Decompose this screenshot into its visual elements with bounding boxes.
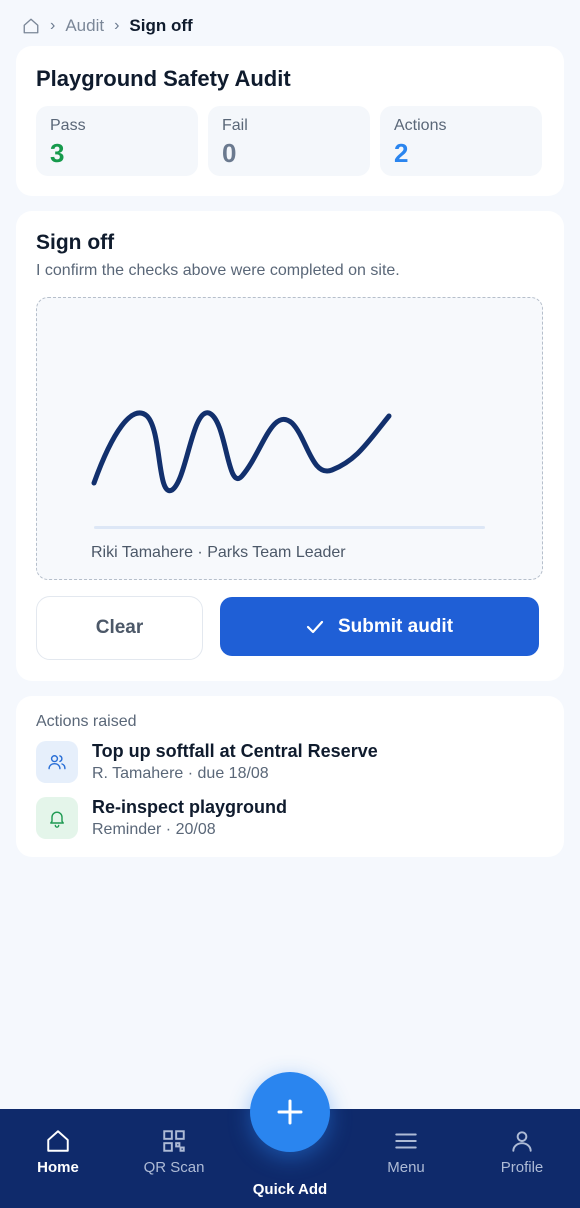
nav-label: QR Scan bbox=[143, 1159, 205, 1176]
breadcrumb-audit[interactable]: Audit bbox=[65, 16, 104, 36]
signature-line bbox=[94, 526, 485, 529]
nav-label: Profile bbox=[500, 1159, 544, 1176]
bell-icon bbox=[36, 797, 78, 839]
action-item[interactable]: Re-inspect playground Reminder · 20/08 bbox=[36, 797, 536, 843]
nav-menu[interactable]: Menu bbox=[348, 1109, 464, 1208]
stat-label: Actions bbox=[394, 117, 447, 134]
submit-audit-label: Submit audit bbox=[337, 615, 454, 637]
action-meta: R. Tamahere · due 18/08 bbox=[92, 765, 269, 782]
breadcrumb-current: Sign off bbox=[129, 16, 193, 35]
nav-label: Menu bbox=[387, 1159, 425, 1176]
users-icon bbox=[36, 741, 78, 783]
profile-icon bbox=[512, 1131, 532, 1152]
stat-value: 0 bbox=[222, 138, 237, 168]
actions-raised-label: Actions raised bbox=[36, 713, 137, 730]
nav-qr-scan[interactable]: QR Scan bbox=[116, 1109, 232, 1208]
action-item[interactable]: Top up softfall at Central Reserve R. Ta… bbox=[36, 741, 536, 787]
menu-icon bbox=[395, 1133, 417, 1149]
signature-stroke bbox=[91, 410, 392, 493]
signer-name: Riki Tamahere · Parks Team Leader bbox=[91, 544, 346, 561]
nav-home[interactable]: Home bbox=[0, 1109, 116, 1208]
plus-icon bbox=[277, 1099, 303, 1125]
stat-actions: Actions 2 bbox=[380, 106, 542, 176]
home-icon bbox=[47, 1130, 69, 1152]
stat-fail: Fail 0 bbox=[208, 106, 370, 176]
breadcrumb: › Audit › Sign off bbox=[22, 14, 193, 38]
signoff-card: Sign off I confirm the checks above were… bbox=[16, 211, 564, 681]
stat-label: Fail bbox=[222, 117, 248, 134]
stat-pass: Pass 3 bbox=[36, 106, 198, 176]
signoff-subtitle: I confirm the checks above were complete… bbox=[36, 262, 400, 279]
quick-add-label: Quick Add bbox=[252, 1181, 328, 1198]
check-icon bbox=[306, 620, 324, 634]
signoff-title: Sign off bbox=[36, 231, 115, 254]
nav-profile[interactable]: Profile bbox=[464, 1109, 580, 1208]
submit-audit-button[interactable]: Submit audit bbox=[220, 597, 539, 656]
stat-label: Pass bbox=[50, 117, 86, 134]
page-title: Playground Safety Audit bbox=[36, 66, 291, 91]
stat-value: 2 bbox=[394, 138, 409, 168]
home-icon[interactable] bbox=[22, 17, 40, 35]
breadcrumb-separator: › bbox=[114, 17, 120, 34]
action-title: Top up softfall at Central Reserve bbox=[92, 741, 378, 761]
audit-summary-card: Playground Safety Audit Pass 3 Fail 0 Ac… bbox=[16, 46, 564, 196]
quick-add-button[interactable] bbox=[250, 1072, 330, 1152]
stat-value: 3 bbox=[50, 138, 65, 168]
qr-icon bbox=[163, 1130, 185, 1152]
breadcrumb-separator: › bbox=[50, 17, 56, 34]
action-meta: Reminder · 20/08 bbox=[92, 821, 216, 838]
action-title: Re-inspect playground bbox=[92, 797, 288, 817]
actions-raised-card: Actions raised Top up softfall at Centra… bbox=[16, 696, 564, 857]
clear-button[interactable]: Clear bbox=[36, 596, 203, 660]
nav-label: Home bbox=[37, 1159, 79, 1176]
signature-pad[interactable]: Riki Tamahere · Parks Team Leader bbox=[36, 297, 543, 580]
